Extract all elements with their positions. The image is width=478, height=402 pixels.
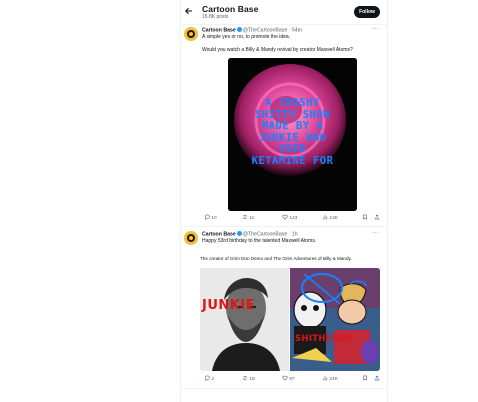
profile-title: Cartoon Base	[202, 4, 259, 14]
bookmark-button[interactable]	[362, 214, 368, 222]
reply-icon	[204, 214, 210, 220]
views-button[interactable]: 24K	[322, 375, 338, 383]
tweet-image[interactable]: A TRASHY SHITTY SHOW MADE BY A JUNKIE WH…	[228, 58, 357, 211]
views-count: 24K	[329, 377, 338, 382]
repost-icon	[243, 214, 247, 220]
author-handle[interactable]: @TheCartoonBase	[243, 28, 287, 34]
overlay-line: USED	[278, 143, 307, 155]
views-count: 13K	[329, 216, 338, 221]
repost-count: 18	[249, 377, 255, 382]
repost-count: 11	[249, 216, 255, 221]
repost-button[interactable]: 11	[242, 214, 254, 222]
repost-button[interactable]: 18	[242, 375, 255, 383]
tweet-actions: 2 18 97 24K	[202, 375, 382, 383]
divider	[180, 388, 388, 389]
profile-timeline: Cartoon Base 15.8K posts Follow Cartoon …	[180, 0, 388, 402]
avatar[interactable]	[184, 231, 198, 245]
verified-badge-icon	[236, 231, 242, 236]
divider	[180, 24, 388, 25]
like-icon	[282, 375, 288, 381]
tweet-actions: 10 11 123 13K	[202, 214, 382, 222]
profile-header: Cartoon Base 15.8K posts Follow	[180, 0, 388, 24]
author-handle[interactable]: @TheCartoonBase	[243, 232, 287, 238]
share-icon	[374, 214, 380, 220]
like-button[interactable]: 97	[282, 375, 295, 383]
overlay-line: KETAMINE FOR	[251, 154, 334, 167]
views-icon	[322, 376, 328, 381]
like-button[interactable]: 123	[282, 214, 297, 222]
share-icon	[374, 375, 380, 381]
views-icon	[322, 215, 328, 220]
follow-button[interactable]: Follow	[354, 6, 380, 18]
tweet-time[interactable]: 54m	[292, 28, 302, 34]
posts-count: 15.8K posts	[202, 14, 229, 20]
like-count: 123	[289, 216, 298, 221]
author-name[interactable]: Cartoon Base	[202, 28, 236, 34]
overlay-line: A TRASHY	[265, 97, 320, 109]
more-icon[interactable]: ···	[372, 26, 380, 32]
reply-icon	[204, 375, 210, 381]
reply-count: 10	[211, 216, 217, 221]
image-overlay-caption: A TRASHY SHITTY SHOW MADE BY A JUNKIE WH…	[228, 97, 357, 167]
tweet-time[interactable]: 1h	[292, 232, 298, 238]
avatar[interactable]	[184, 27, 198, 41]
tweet-text: The creator of Grim Don Demo and The Gri…	[200, 256, 352, 261]
bookmark-icon	[363, 214, 367, 220]
image-overlay-left: JUNKIE	[202, 298, 256, 313]
image-overlay-right: SHITHEADS	[295, 334, 353, 344]
tweet-text: Would you watch a Billy & Mandy revival …	[202, 47, 353, 53]
more-icon[interactable]: ···	[372, 230, 380, 236]
views-button[interactable]: 13K	[322, 214, 338, 222]
tweet-text: Happy 53rd birthday to the talented Maxw…	[202, 238, 317, 244]
repost-icon	[243, 375, 247, 381]
reply-count: 2	[211, 377, 215, 382]
share-button[interactable]	[374, 375, 380, 383]
like-count: 97	[289, 377, 295, 382]
author-name[interactable]: Cartoon Base	[202, 232, 236, 238]
tweet-text: A simple yes or no, to promote the idea.	[202, 34, 291, 40]
tweet-author-row: Cartoon Base @TheCartoonBase · 54m	[202, 27, 302, 34]
share-button[interactable]	[374, 214, 380, 222]
bookmark-button[interactable]	[362, 375, 368, 383]
bookmark-icon	[363, 375, 367, 381]
reply-button[interactable]: 2	[204, 375, 214, 383]
tweet-author-row: Cartoon Base @TheCartoonBase · 1h	[202, 231, 298, 238]
divider	[180, 226, 388, 227]
like-icon	[282, 214, 288, 220]
verified-badge-icon	[236, 27, 242, 32]
overlay-line: MADE BY A	[261, 120, 324, 132]
tweet-image-art	[200, 268, 380, 371]
tweet-image[interactable]: JUNKIE SHITHEADS	[200, 268, 380, 371]
back-arrow-icon[interactable]	[184, 6, 196, 18]
reply-button[interactable]: 10	[204, 214, 217, 222]
